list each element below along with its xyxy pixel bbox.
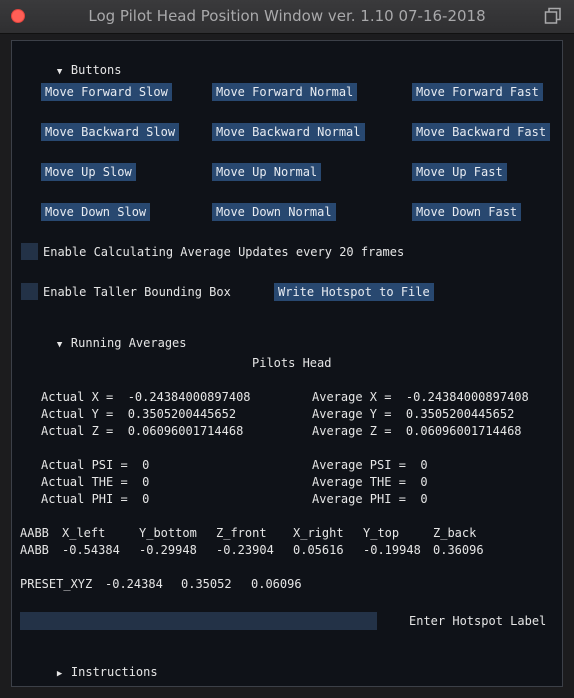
restore-window-icon[interactable] — [544, 7, 562, 25]
preset-xyz-label: PRESET_XYZ — [20, 577, 93, 591]
average-updates-checkbox-label: Enable Calculating Average Updates every… — [43, 245, 405, 259]
move-up-fast-button[interactable]: Move Up Fast — [412, 163, 507, 181]
aabb-header-x-left: X_left — [62, 526, 106, 540]
preset-x-value: -0.24384 — [105, 577, 163, 591]
aabb-y-bottom-value: -0.29948 — [139, 543, 197, 557]
move-forward-fast-button[interactable]: Move Forward Fast — [412, 83, 543, 101]
aabb-values-label: AABB — [20, 543, 49, 557]
expanded-triangle-icon: ▼ — [56, 340, 63, 350]
taller-bounding-box-checkbox-label: Enable Taller Bounding Box — [43, 285, 231, 299]
move-down-normal-button[interactable]: Move Down Normal — [212, 203, 336, 221]
imgui-panel: ▼ Buttons Move Forward Slow Move Forward … — [11, 40, 563, 687]
actual-z-value: Actual Z = 0.06096001714468 — [41, 424, 244, 438]
instructions-header-label: Instructions — [70, 665, 158, 679]
running-averages-header-label: Running Averages — [70, 336, 187, 350]
running-averages-section-header[interactable]: ▼ Running Averages — [28, 322, 187, 364]
average-updates-checkbox[interactable] — [21, 243, 38, 260]
aabb-header-z-back: Z_back — [433, 526, 477, 540]
move-up-normal-button[interactable]: Move Up Normal — [212, 163, 322, 181]
aabb-y-top-value: -0.19948 — [363, 543, 421, 557]
average-phi-value: Average PHI = 0 — [312, 492, 428, 506]
move-backward-slow-button[interactable]: Move Backward Slow — [41, 123, 180, 141]
hotspot-label-caption: Enter Hotspot Label — [409, 614, 547, 628]
aabb-header-z-front: Z_front — [216, 526, 267, 540]
actual-the-value: Actual THE = 0 — [41, 475, 150, 489]
average-z-value: Average Z = 0.06096001714468 — [312, 424, 522, 438]
actual-x-value: Actual X = -0.24384000897408 — [41, 390, 251, 404]
expanded-triangle-icon: ▼ — [56, 67, 63, 77]
aabb-z-back-value: 0.36096 — [433, 543, 484, 557]
instructions-section-header[interactable]: ▶ Instructions — [28, 651, 158, 693]
aabb-z-front-value: -0.23904 — [216, 543, 274, 557]
move-forward-slow-button[interactable]: Move Forward Slow — [41, 83, 172, 101]
buttons-header-label: Buttons — [70, 63, 122, 77]
average-the-value: Average THE = 0 — [312, 475, 428, 489]
average-x-value: Average X = -0.24384000897408 — [312, 390, 529, 404]
actual-phi-value: Actual PHI = 0 — [41, 492, 150, 506]
average-y-value: Average Y = 0.3505200445652 — [312, 407, 515, 421]
aabb-x-left-value: -0.54384 — [62, 543, 120, 557]
move-backward-fast-button[interactable]: Move Backward Fast — [412, 123, 551, 141]
move-forward-normal-button[interactable]: Move Forward Normal — [212, 83, 358, 101]
aabb-x-right-value: 0.05616 — [293, 543, 344, 557]
aabb-header-x-right: X_right — [293, 526, 344, 540]
preset-z-value: 0.06096 — [251, 577, 302, 591]
hotspot-label-input[interactable] — [20, 612, 377, 630]
taller-bounding-box-checkbox[interactable] — [21, 283, 38, 300]
move-backward-normal-button[interactable]: Move Backward Normal — [212, 123, 365, 141]
aabb-header-label: AABB — [20, 526, 49, 540]
preset-y-value: 0.35052 — [181, 577, 232, 591]
title-bar[interactable]: Log Pilot Head Position Window ver. 1.10… — [0, 0, 574, 34]
move-up-slow-button[interactable]: Move Up Slow — [41, 163, 136, 181]
pilots-head-subtitle: Pilots Head — [252, 356, 332, 370]
actual-y-value: Actual Y = 0.3505200445652 — [41, 407, 237, 421]
collapsed-triangle-icon: ▶ — [56, 669, 63, 679]
move-down-slow-button[interactable]: Move Down Slow — [41, 203, 151, 221]
move-down-fast-button[interactable]: Move Down Fast — [412, 203, 522, 221]
average-psi-value: Average PSI = 0 — [312, 458, 428, 472]
actual-psi-value: Actual PSI = 0 — [41, 458, 150, 472]
window-title: Log Pilot Head Position Window ver. 1.10… — [88, 7, 486, 25]
write-hotspot-to-file-button[interactable]: Write Hotspot to File — [274, 283, 434, 301]
aabb-header-y-bottom: Y_bottom — [139, 526, 197, 540]
aabb-header-y-top: Y_top — [363, 526, 400, 540]
